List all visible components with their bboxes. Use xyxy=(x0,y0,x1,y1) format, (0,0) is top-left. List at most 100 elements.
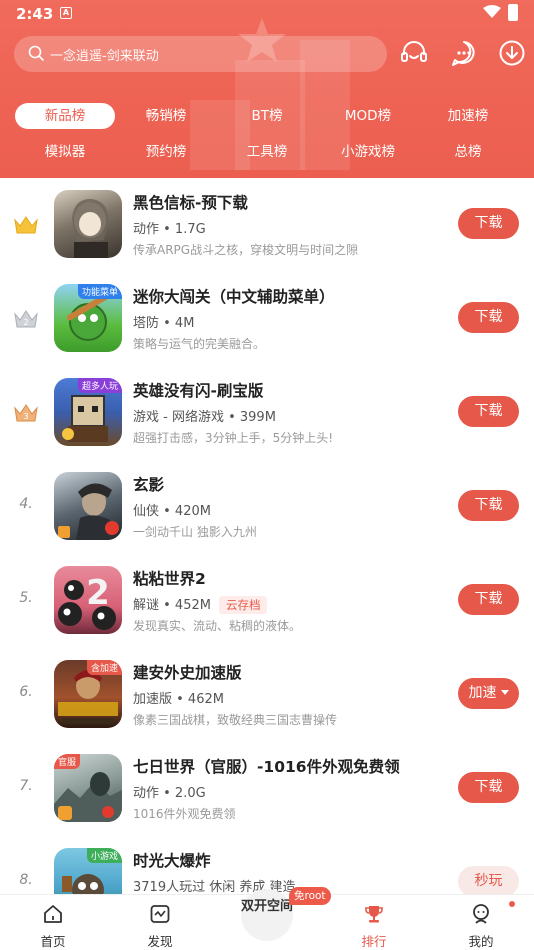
tab-mod[interactable]: MOD榜 xyxy=(328,103,408,129)
list-item[interactable]: 2 功能菜单 迷你大闯关（中文辅助菜单） 塔防 • 4M 策略与运气的完美融合。… xyxy=(0,272,534,366)
home-icon xyxy=(44,905,62,923)
app-meta: 动作 • 1.7G xyxy=(133,222,206,237)
search-input[interactable]: 一念逍遥-剑来联动 xyxy=(14,36,387,72)
app-desc: 发现真实、流动、粘稠的液体。 xyxy=(133,619,302,633)
app-meta: 加速版 • 462M xyxy=(133,692,224,707)
app-meta: 仙侠 • 420M xyxy=(133,504,211,519)
search-placeholder: 一念逍遥-剑来联动 xyxy=(50,49,159,64)
app-meta-text: 解谜 • 452M xyxy=(133,598,211,613)
accelerate-label: 加速 xyxy=(468,685,497,701)
app-desc: 1016件外观免费领 xyxy=(133,807,236,821)
free-root-badge: 免root xyxy=(289,887,331,905)
discover-icon xyxy=(150,905,170,923)
nav-mine-label: 我的 xyxy=(468,934,494,949)
search-icon xyxy=(28,45,44,61)
nav-discover[interactable]: 发现 xyxy=(120,895,200,950)
list-item[interactable]: 黑色信标-预下载 动作 • 1.7G 传承ARPG战斗之核，穿梭文明与时间之隙 … xyxy=(0,178,534,272)
app-icon[interactable] xyxy=(54,190,122,258)
app-icon[interactable] xyxy=(54,472,122,540)
app-name: 建安外史加速版 xyxy=(133,664,242,682)
nav-home-label: 首页 xyxy=(40,934,66,949)
battery-icon xyxy=(508,4,518,21)
list-item[interactable]: 3 超多人玩 英雄没有闪-刷宝版 游戏 - 网络游戏 • 399M 超强打击感，… xyxy=(0,366,534,460)
list-item[interactable]: 4. 玄影 仙侠 • 420M 一剑动千山 独影入九州 下载 xyxy=(0,460,534,554)
nav-discover-label: 发现 xyxy=(147,934,173,949)
app-icon[interactable]: 含加速 xyxy=(54,660,122,728)
icon-tag: 含加速 xyxy=(86,660,122,675)
app-desc: 传承ARPG战斗之核，穿梭文明与时间之隙 xyxy=(133,243,359,257)
profile-icon xyxy=(473,904,489,924)
rank-number: 5. xyxy=(19,590,33,606)
rank-number: 7. xyxy=(19,778,33,794)
nav-home[interactable]: 首页 xyxy=(13,895,93,950)
app-icon[interactable]: 功能菜单 xyxy=(54,284,122,352)
svg-text:3: 3 xyxy=(23,412,28,421)
download-button[interactable]: 下载 xyxy=(458,396,519,427)
list-item[interactable]: 6. 含加速 建安外史加速版 加速版 • 462M 像素三国战棋，致敬经典三国志… xyxy=(0,648,534,742)
app-desc: 策略与运气的完美融合。 xyxy=(133,337,266,351)
download-icon[interactable] xyxy=(497,38,527,68)
cloud-save-badge: 云存档 xyxy=(218,596,268,614)
tab-bestseller[interactable]: 畅销榜 xyxy=(126,103,206,129)
tab-emulator[interactable]: 模拟器 xyxy=(25,139,105,165)
rank-number: 6. xyxy=(19,684,33,700)
svg-text:2: 2 xyxy=(86,573,110,613)
app-desc: 超强打击感，3分钟上手，5分钟上头! xyxy=(133,431,334,445)
list-item[interactable]: 7. 官服 七日世界（官服）-1016件外观免费领 动作 • 2.0G 1016… xyxy=(0,742,534,836)
download-button[interactable]: 下载 xyxy=(458,584,519,615)
app-meta: 游戏 - 网络游戏 • 399M xyxy=(133,410,276,425)
app-icon[interactable]: 官服 xyxy=(54,754,122,822)
icon-tag: 超多人玩 xyxy=(77,378,122,393)
silver-crown-icon: 2 xyxy=(14,310,38,328)
download-button[interactable]: 下载 xyxy=(458,208,519,239)
app-desc: 一剑动千山 独影入九州 xyxy=(133,525,257,539)
tab-accelerate[interactable]: 加速榜 xyxy=(428,103,508,129)
app-name: 七日世界（官服）-1016件外观免费领 xyxy=(133,758,400,776)
app-meta: 塔防 • 4M xyxy=(133,316,195,331)
app-name: 时光大爆炸 xyxy=(133,852,211,870)
app-desc: 像素三国战棋，致敬经典三国志曹操传 xyxy=(133,713,338,727)
svg-text:2: 2 xyxy=(23,318,28,327)
bronze-crown-icon: 3 xyxy=(14,404,38,422)
download-button[interactable]: 下载 xyxy=(458,772,519,803)
rank-number: 4. xyxy=(19,496,33,512)
app-icon[interactable]: 超多人玩 xyxy=(54,378,122,446)
tab-overall[interactable]: 总榜 xyxy=(428,139,508,165)
trophy-icon xyxy=(365,906,383,923)
wifi-icon xyxy=(483,5,501,18)
nav-ranking[interactable]: 排行 xyxy=(334,895,414,950)
tab-mini-games[interactable]: 小游戏榜 xyxy=(328,139,408,165)
app-name: 粘粘世界2 xyxy=(133,570,206,588)
bottom-nav: 首页 发现 双开空间 免root 排行 我的 xyxy=(0,887,534,950)
tab-reserve[interactable]: 预约榜 xyxy=(126,139,206,165)
chat-icon[interactable] xyxy=(449,38,479,68)
icon-tag: 小游戏 xyxy=(86,848,122,863)
status-time: 2:43 xyxy=(16,5,54,23)
status-bar: 2:43 A xyxy=(0,0,534,28)
download-button[interactable]: 下载 xyxy=(458,302,519,333)
sim-icon: A xyxy=(60,7,72,19)
tab-bt[interactable]: BT榜 xyxy=(227,103,307,129)
accelerate-button[interactable]: 加速 xyxy=(458,678,519,709)
character-art-icon xyxy=(72,198,109,258)
app-name: 迷你大闯关（中文辅助菜单） xyxy=(133,288,335,306)
icon-tag: 官服 xyxy=(54,754,81,769)
warrior-art-icon xyxy=(58,483,119,540)
headset-icon[interactable] xyxy=(399,38,429,68)
gold-crown-icon xyxy=(14,216,38,234)
dual-space-button[interactable]: 双开空间 xyxy=(241,889,293,941)
app-meta: 动作 • 2.0G xyxy=(133,786,206,801)
app-icon[interactable]: 2 xyxy=(54,566,122,634)
icon-tag: 功能菜单 xyxy=(77,284,122,299)
tab-new[interactable]: 新品榜 xyxy=(15,103,115,129)
caret-down-icon xyxy=(500,690,509,695)
list-item[interactable]: 5. 2 粘粘世界2 解谜 • 452M 云存档 发现真实、流动、粘稠的液体。 下… xyxy=(0,554,534,648)
header: 2:43 A 一念逍遥-剑来联动 新品榜 畅销榜 BT榜 MOD榜 加速榜 模拟… xyxy=(0,0,534,178)
rank-number: 8. xyxy=(19,872,33,888)
download-button[interactable]: 下载 xyxy=(458,490,519,521)
tab-tools[interactable]: 工具榜 xyxy=(227,139,307,165)
notification-dot xyxy=(509,901,515,907)
app-meta: 解谜 • 452M 云存档 xyxy=(133,594,268,614)
app-name: 玄影 xyxy=(133,476,165,494)
instant-play-button[interactable]: 秒玩 xyxy=(458,866,519,897)
